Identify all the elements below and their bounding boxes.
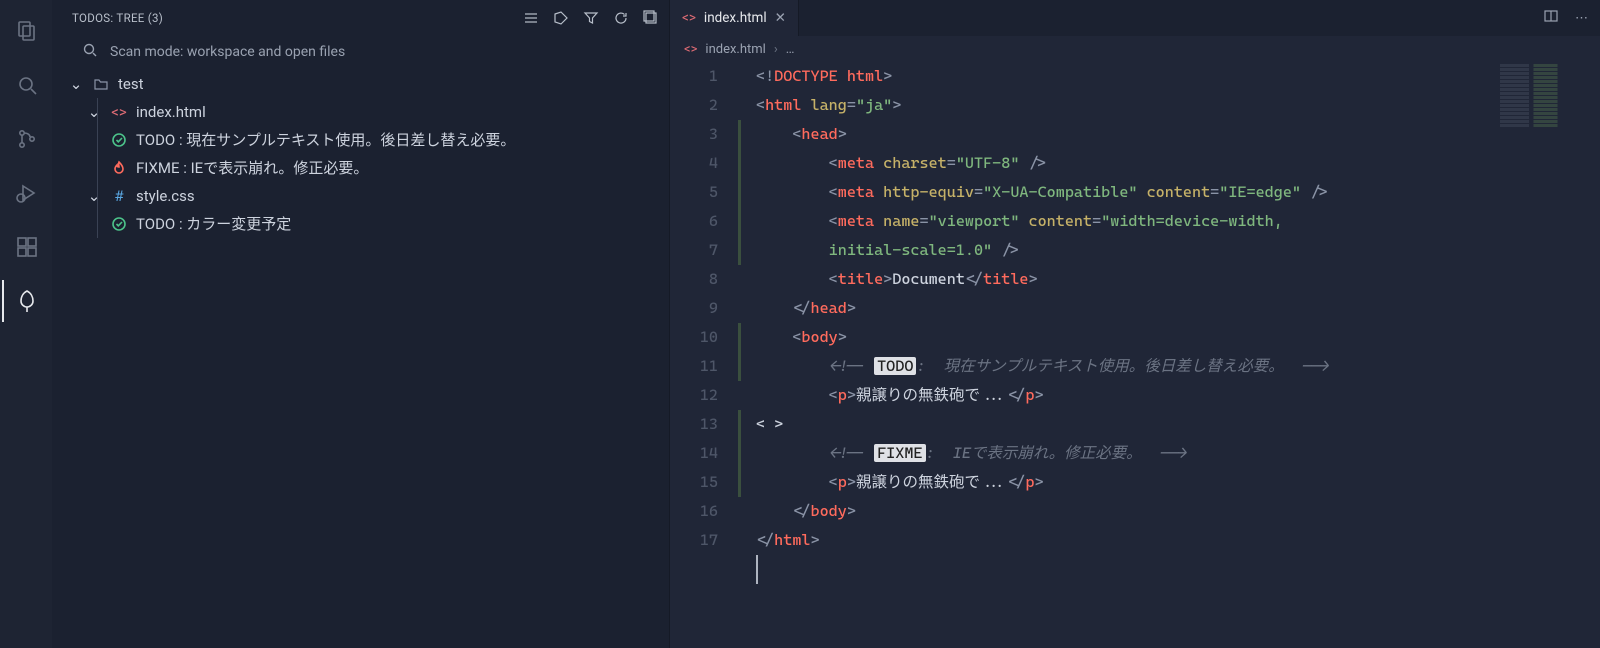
sidebar-title: TODOS: TREE (3) (72, 11, 163, 25)
activity-search[interactable] (2, 64, 50, 106)
line-number: 10 (670, 323, 718, 352)
tree-item-text: TODO : 現在サンプルテキスト使用。後日差し替え必要。 (136, 129, 659, 151)
search-icon (82, 42, 98, 62)
tree-root-folder[interactable]: ⌄ test (52, 70, 669, 98)
line-number: 15 (670, 468, 718, 497)
filter-icon[interactable] (583, 10, 599, 26)
sidebar: TODOS: TREE (3) Scan mode: workspace and… (52, 0, 670, 648)
todo-check-icon (110, 216, 128, 232)
editor-tabbar: <> index.html ✕ ⋯ (670, 0, 1600, 36)
tree-file-style-css[interactable]: ⌄ # style.css (52, 182, 669, 210)
activity-explorer[interactable] (2, 10, 50, 52)
close-icon[interactable]: ✕ (775, 10, 786, 26)
html-file-icon: <> (684, 42, 697, 57)
more-icon[interactable]: ⋯ (1575, 11, 1588, 26)
activity-bar (0, 0, 52, 648)
editor-tabbar-actions: ⋯ (1531, 0, 1600, 36)
tree-fixme-item[interactable]: FIXME : IEで表示崩れ。修正必要。 (52, 154, 669, 182)
activity-extensions[interactable] (2, 226, 50, 268)
tree-file-label: index.html (136, 101, 659, 123)
tree-root-label: test (118, 73, 659, 95)
html-file-icon: <> (682, 10, 696, 26)
line-number: 6 (670, 207, 718, 236)
line-number: 17 (670, 526, 718, 555)
tree-todo-item[interactable]: TODO : 現在サンプルテキスト使用。後日差し替え必要。 (52, 126, 669, 154)
line-number: 11 (670, 352, 718, 381)
editor-tab-index-html[interactable]: <> index.html ✕ (670, 0, 799, 36)
line-number: 8 (670, 265, 718, 294)
activity-todo-tree[interactable] (2, 280, 50, 322)
code-editor[interactable]: 1234567891011121314151617 <!DOCTYPE html… (670, 62, 1600, 648)
breadcrumb-rest: … (786, 42, 795, 57)
activity-scm[interactable] (2, 118, 50, 160)
list-flat-icon[interactable] (523, 10, 539, 26)
css-file-icon: # (110, 185, 128, 207)
tree-item-text: FIXME : IEで表示崩れ。修正必要。 (136, 157, 659, 179)
folder-icon (92, 76, 110, 92)
activity-debug[interactable] (2, 172, 50, 214)
html-file-icon: <> (110, 101, 128, 123)
line-number: 4 (670, 149, 718, 178)
scan-mode-label: Scan mode: workspace and open files (110, 44, 345, 60)
tree-file-index-html[interactable]: ⌄ <> index.html (52, 98, 669, 126)
chevron-down-icon: ⌄ (86, 188, 102, 204)
git-gutter (736, 62, 756, 648)
sidebar-header: TODOS: TREE (3) (52, 0, 669, 36)
tree-item-text: TODO : カラー変更予定 (136, 213, 659, 235)
breadcrumb-file: index.html (705, 42, 765, 57)
scan-mode-row[interactable]: Scan mode: workspace and open files (52, 36, 669, 70)
todo-check-icon (110, 132, 128, 148)
line-number: 16 (670, 497, 718, 526)
editor-area: <> index.html ✕ ⋯ <> index.html › … 1234… (670, 0, 1600, 648)
line-number: 7 (670, 236, 718, 265)
refresh-icon[interactable] (613, 10, 629, 26)
expand-icon[interactable] (643, 10, 659, 26)
tree-todo-item[interactable]: TODO : カラー変更予定 (52, 210, 669, 238)
line-number: 14 (670, 439, 718, 468)
line-number: 3 (670, 120, 718, 149)
chevron-down-icon: ⌄ (68, 76, 84, 92)
code-lines[interactable]: <!DOCTYPE html> <html lang="ja"> <head> … (756, 62, 1600, 648)
line-number: 2 (670, 91, 718, 120)
chevron-down-icon: ⌄ (86, 104, 102, 120)
line-number: 12 (670, 381, 718, 410)
line-number: 1 (670, 62, 718, 91)
line-number: 5 (670, 178, 718, 207)
fixme-flame-icon (110, 160, 128, 176)
breadcrumb-separator: › (774, 42, 778, 57)
sidebar-header-actions (523, 10, 659, 26)
line-number-gutter: 1234567891011121314151617 (670, 62, 736, 648)
line-number: 9 (670, 294, 718, 323)
tree-file-label: style.css (136, 185, 659, 207)
tags-icon[interactable] (553, 10, 569, 26)
split-editor-icon[interactable] (1543, 8, 1559, 28)
editor-breadcrumbs[interactable]: <> index.html › … (670, 36, 1600, 62)
editor-tab-label: index.html (704, 10, 767, 26)
line-number: 13 (670, 410, 718, 439)
